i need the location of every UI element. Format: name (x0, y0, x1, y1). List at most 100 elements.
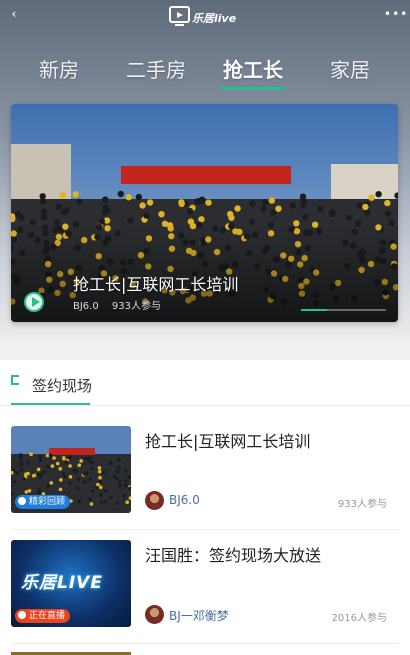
active-tab-indicator (221, 87, 285, 90)
divider (11, 529, 399, 530)
crowd-person (22, 477, 26, 481)
crowd-person (135, 193, 143, 201)
crowd-person (262, 199, 269, 206)
crowd-person (385, 210, 392, 217)
crowd-person (97, 469, 102, 474)
crowd-person (37, 490, 41, 495)
crowd-person (127, 217, 134, 224)
crowd-person (41, 214, 48, 221)
crowd-person (112, 475, 117, 479)
crowd-person (27, 489, 32, 493)
live-logo-text: 乐居LIVE (21, 573, 103, 593)
crowd-person (75, 486, 80, 490)
crowd-person (104, 489, 108, 493)
crowd-person (31, 474, 36, 478)
play-icon[interactable] (24, 292, 44, 312)
crowd-person (125, 500, 129, 504)
crowd-person (55, 203, 62, 211)
banner-author: BJ6.0 (73, 301, 99, 312)
list-item[interactable]: 精彩回顾 抢工长|互联网工长培训 BJ6.0 933人参与 (0, 426, 410, 541)
avatar (145, 491, 164, 510)
crowd-person (76, 198, 83, 205)
more-button[interactable]: ••• (384, 5, 407, 23)
crowd-person (38, 458, 43, 463)
crowd-person (368, 194, 375, 201)
crowd-person (88, 477, 93, 482)
crowd-person (55, 461, 60, 466)
crowd-person (275, 205, 282, 212)
crowd-person (302, 213, 309, 221)
crowd-person (115, 501, 120, 506)
crowd-person (117, 457, 121, 462)
crowd-person (125, 194, 132, 201)
item-thumbnail[interactable]: 乐居LIVE 正在直播 (11, 540, 131, 627)
crowd-person (139, 202, 146, 209)
crowd-person (97, 466, 102, 470)
crowd-person (50, 464, 55, 468)
live-icon (18, 611, 26, 619)
crowd-person (61, 471, 66, 476)
crowd-person (36, 472, 40, 477)
tab-new-house[interactable]: 新房 (30, 55, 88, 89)
crowd-person (52, 456, 56, 460)
item-title[interactable]: 汪国胜：签约现场大放送 (145, 542, 321, 566)
featured-banner[interactable]: 抢工长|互联网工长培训 BJ6.0 933人参与 (11, 104, 398, 322)
replay-icon (18, 497, 26, 505)
crowd-person (268, 197, 275, 204)
crowd-person (384, 199, 391, 207)
crowd-person (89, 502, 94, 506)
crowd-person (62, 456, 66, 460)
crowd-person (143, 212, 150, 219)
crowd-person (18, 214, 25, 221)
avatar (145, 605, 164, 624)
item-author[interactable]: BJ一邓衡梦 (169, 607, 229, 624)
crowd-person (15, 471, 19, 475)
crowd-person (59, 192, 66, 199)
crowd-person (88, 456, 92, 460)
logo-text: 乐居live (192, 12, 237, 25)
crowd-person (205, 199, 212, 206)
crowd-person (329, 210, 336, 217)
crowd-person (289, 202, 296, 209)
crowd-person (88, 497, 92, 501)
crowd-person (39, 198, 47, 205)
crowd-person (46, 484, 50, 488)
crowd-person (123, 469, 128, 473)
crowd-person (76, 477, 80, 482)
crowd-person (68, 464, 72, 468)
crowd-person (300, 201, 307, 208)
item-title[interactable]: 抢工长|互联网工长培训 (145, 428, 310, 452)
crowd-person (58, 467, 63, 471)
item-author[interactable]: BJ6.0 (169, 493, 200, 507)
section-title: 签约现场 (32, 377, 93, 395)
crowd-person (299, 193, 307, 200)
crowd-person (25, 460, 30, 465)
tab-home-furnishing[interactable]: 家居 (322, 55, 378, 89)
crowd-person (124, 479, 128, 483)
crowd-person (77, 499, 82, 504)
crowd-person (49, 481, 54, 485)
crowd-person (63, 207, 70, 214)
crowd-person (117, 190, 125, 198)
crowd-person (227, 210, 234, 218)
list-item[interactable]: 乐居LIVE 正在直播 汪国胜：签约现场大放送 BJ一邓衡梦 2016人参与 (0, 540, 410, 655)
crowd-person (24, 490, 29, 494)
crowd-person (101, 470, 106, 475)
logo: 乐居live (168, 4, 238, 28)
crowd-person (317, 205, 324, 212)
category-tabs: 新房 二手房 抢工长 家居 (0, 55, 410, 91)
tab-grab-foreman[interactable]: 抢工长 (217, 55, 289, 89)
crowd-person (186, 208, 194, 215)
crowd-person (98, 485, 103, 490)
tv-logo-icon (169, 6, 190, 26)
crowd-person (234, 205, 241, 212)
item-thumbnail[interactable]: 精彩回顾 (11, 426, 131, 513)
back-button[interactable]: ‹ (6, 6, 22, 24)
divider (0, 405, 410, 406)
crowd-person (84, 471, 89, 476)
banner-title: 抢工长|互联网工长培训 (73, 275, 239, 294)
crowd-person (98, 479, 102, 484)
crowd-person (77, 463, 82, 467)
crowd-person (72, 468, 77, 473)
tab-second-hand-house[interactable]: 二手房 (118, 55, 194, 89)
